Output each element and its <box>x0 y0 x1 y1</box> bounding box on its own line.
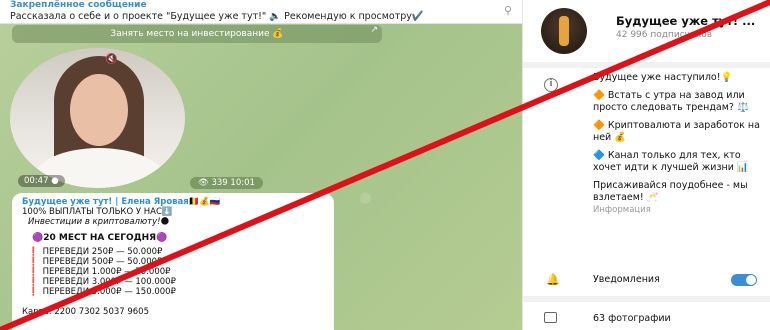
exclamation-icon: ❗ <box>28 277 39 287</box>
photo-icon <box>544 312 557 323</box>
video-views-time: 👁 339 10:01 <box>190 177 263 189</box>
info-label: Информация <box>593 205 651 215</box>
post-line-1: 100% ВЫПЛАТЫ ТОЛЬКО У НАС⬇️ <box>22 207 173 217</box>
pinned-message-bar[interactable]: Закреплённое сообщение Рассказала о себе… <box>0 0 522 24</box>
photos-link[interactable]: 63 фотографии <box>593 313 671 324</box>
external-link-icon: ↗ <box>370 25 378 35</box>
pinned-title: Закреплённое сообщение <box>10 0 147 10</box>
desc-p2: 🔶 Встать с утра на завод или просто след… <box>593 90 749 113</box>
divider <box>523 296 770 302</box>
video-message[interactable]: 🔇 <box>10 48 185 188</box>
exclamation-icon: ❗ <box>28 267 39 277</box>
avatar-figure <box>559 16 569 46</box>
payment-line: ❗ ПЕРЕВЕДИ 250₽ — 50.000₽ <box>28 247 163 257</box>
post-author[interactable]: Будущее уже тут! | Елена Яровая🇧🇪💰🇷🇺 <box>22 197 324 207</box>
channel-info-panel: Будущее уже тут! ... 42 996 подписчиков … <box>522 0 770 330</box>
payment-line: ❗ ПЕРЕВЕДИ 1.000₽ — 70.000₽ <box>28 267 171 277</box>
toggle-knob <box>746 275 756 285</box>
channel-header[interactable]: Будущее уже тут! ... 42 996 подписчиков <box>523 0 770 55</box>
chat-area: Закреплённое сообщение Рассказала о себе… <box>0 0 522 330</box>
exclamation-icon: ❗ <box>28 257 39 267</box>
payment-line: ❗ ПЕРЕВЕДИ 3.000₽ — 100.000₽ <box>28 277 176 287</box>
mute-icon[interactable]: 🔇 <box>105 54 117 65</box>
exclamation-icon: ❗ <box>28 247 39 257</box>
invest-button-label: Занять место на инвестирование 💰 <box>110 29 284 39</box>
channel-post[interactable]: Будущее уже тут! | Елена Яровая🇧🇪💰🇷🇺 100… <box>12 193 334 330</box>
channel-avatar[interactable] <box>541 8 587 54</box>
notifications-toggle[interactable] <box>731 274 757 286</box>
desc-p3: 🔶 Криптовалюта и заработок на ней 💰 <box>593 120 760 143</box>
desc-p5: Присаживайся поудобнее - мы взлетаем! 🥂 <box>593 180 748 203</box>
desc-p1: Будущее уже наступило!💡 <box>593 72 733 83</box>
divider <box>523 62 770 68</box>
channel-description: Будущее уже наступило!💡 🔶 Встать с утра … <box>593 72 765 216</box>
subscriber-count: 42 996 подписчиков <box>616 30 713 40</box>
pin-list-icon[interactable]: ⚲ <box>504 4 512 17</box>
payment-line: ❗ ПЕРЕВЕДИ 5.000₽ — 150.000₽ <box>28 287 176 297</box>
payment-line: ❗ ПЕРЕВЕДИ 500₽ — 50.000₽ <box>28 257 163 267</box>
info-icon: i <box>544 78 558 92</box>
pinned-text: Рассказала о себе и о проекте "Будущее у… <box>10 11 424 22</box>
post-line-2: Инвестиции в криптовалюту!🌑 <box>28 217 170 227</box>
post-spots: 🟣20 МЕСТ НА СЕГОДНЯ🟣 <box>32 233 168 243</box>
video-duration: 00:47 ● <box>18 175 65 187</box>
channel-title: Будущее уже тут! ... <box>616 14 756 28</box>
invest-button[interactable]: Занять место на инвестирование 💰 ↗ <box>12 25 382 43</box>
notifications-label: Уведомления <box>593 274 660 285</box>
card-number: Карта: 2200 7302 5037 9605 <box>22 307 149 317</box>
exclamation-icon: ❗ <box>28 287 39 297</box>
video-face <box>70 74 128 146</box>
desc-p4: 🔷 Канал только для тех, кто хочет идти к… <box>593 150 749 173</box>
bell-icon: 🔔 <box>546 273 560 286</box>
